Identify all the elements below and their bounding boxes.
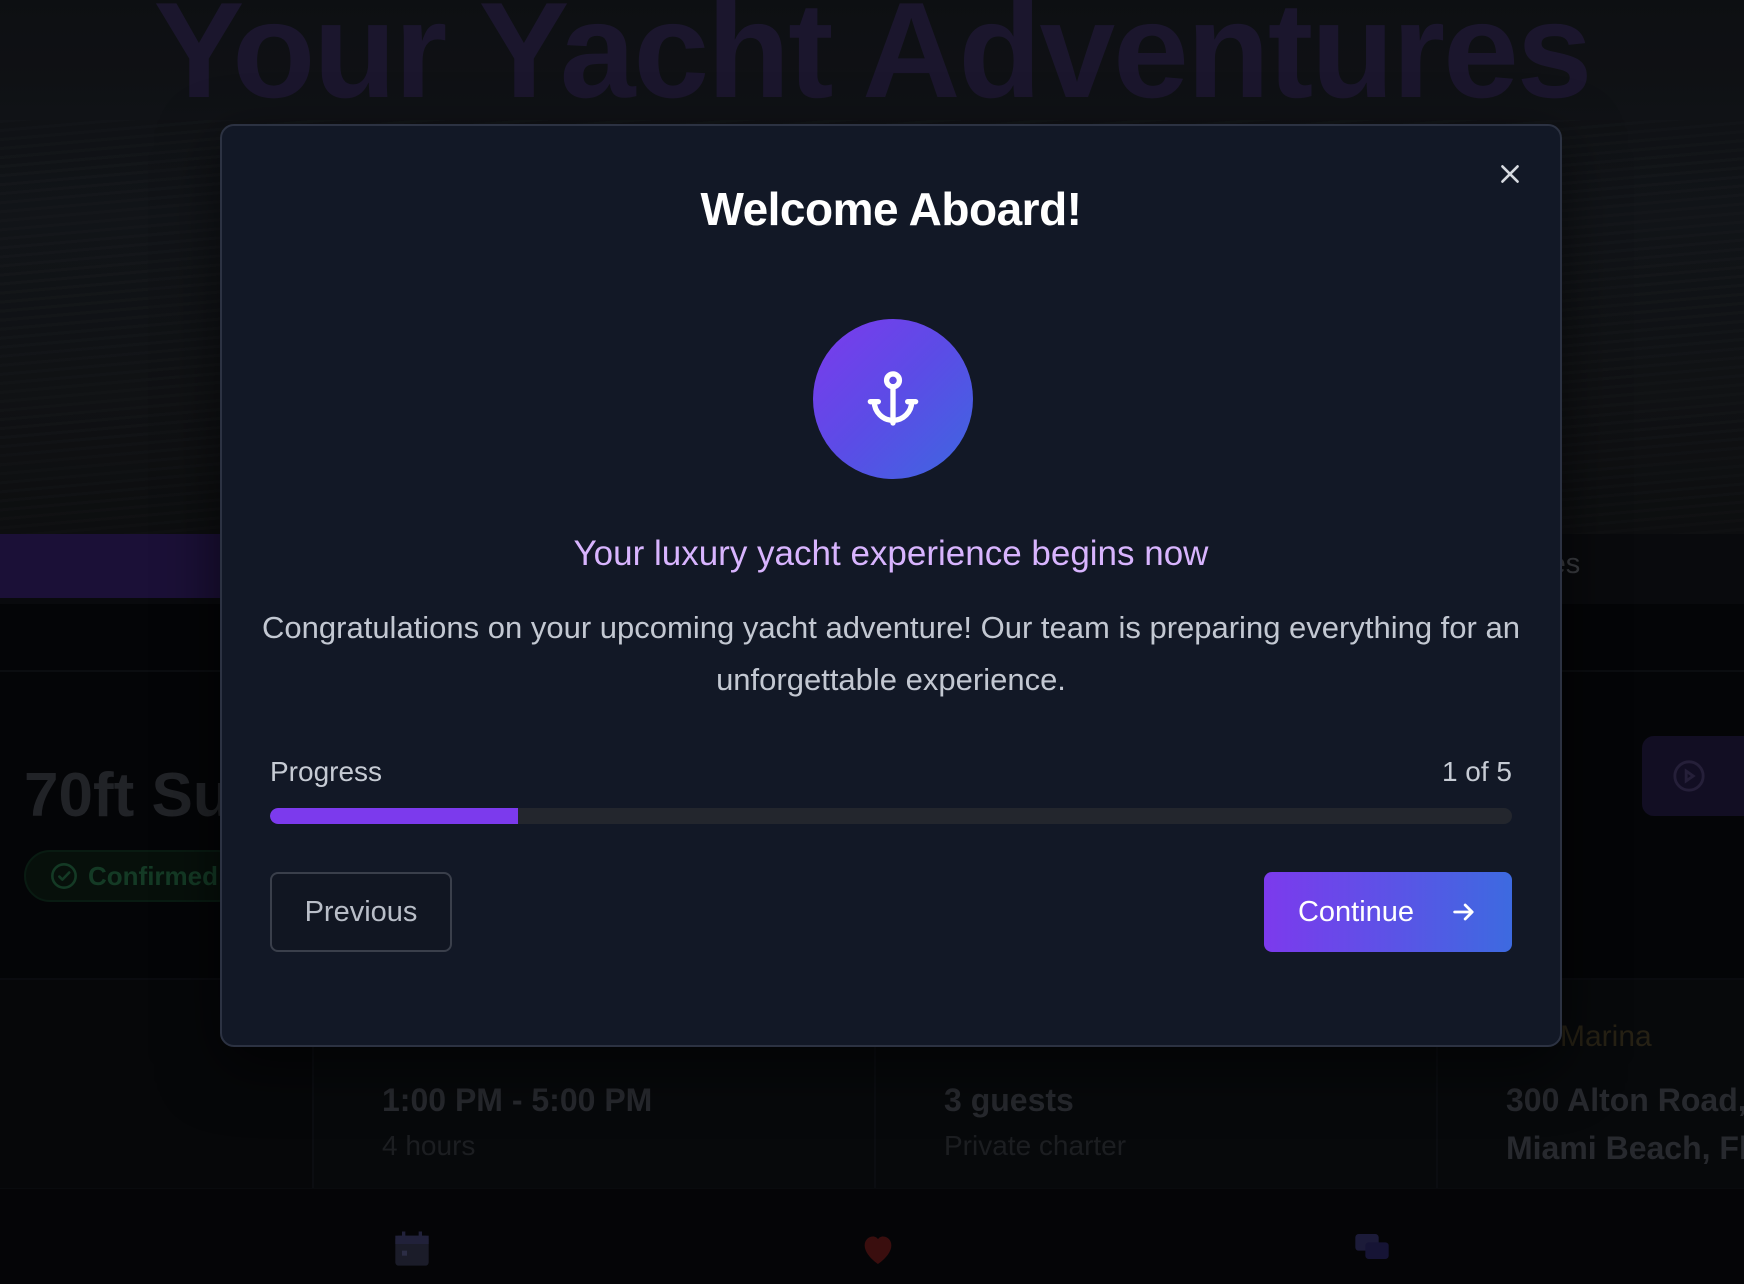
- continue-label: Continue: [1297, 895, 1415, 928]
- anchor-badge: [813, 319, 973, 479]
- modal-title: Welcome Aboard!: [700, 183, 1082, 235]
- continue-button[interactable]: Continue: [1264, 872, 1512, 952]
- anchor-icon: [867, 371, 919, 426]
- modal-body-text: Congratulations on your upcoming yacht a…: [262, 610, 1520, 697]
- progress-bar-fill: [270, 808, 519, 824]
- previous-button[interactable]: Previous: [270, 872, 452, 952]
- arrow-right-icon: [1453, 903, 1474, 921]
- progress-label: Progress: [270, 756, 383, 787]
- app-root: Your Yacht Adventures res 70ft Su Confir…: [0, 0, 1744, 1284]
- previous-label: Previous: [304, 895, 418, 928]
- progress-count: 1 of 5: [1441, 756, 1512, 787]
- welcome-modal: Welcome Aboard! Your luxury yacht experi…: [220, 124, 1562, 1047]
- progress-bar: [270, 808, 1512, 824]
- modal-subtitle: Your luxury yacht experience begins now: [573, 534, 1209, 573]
